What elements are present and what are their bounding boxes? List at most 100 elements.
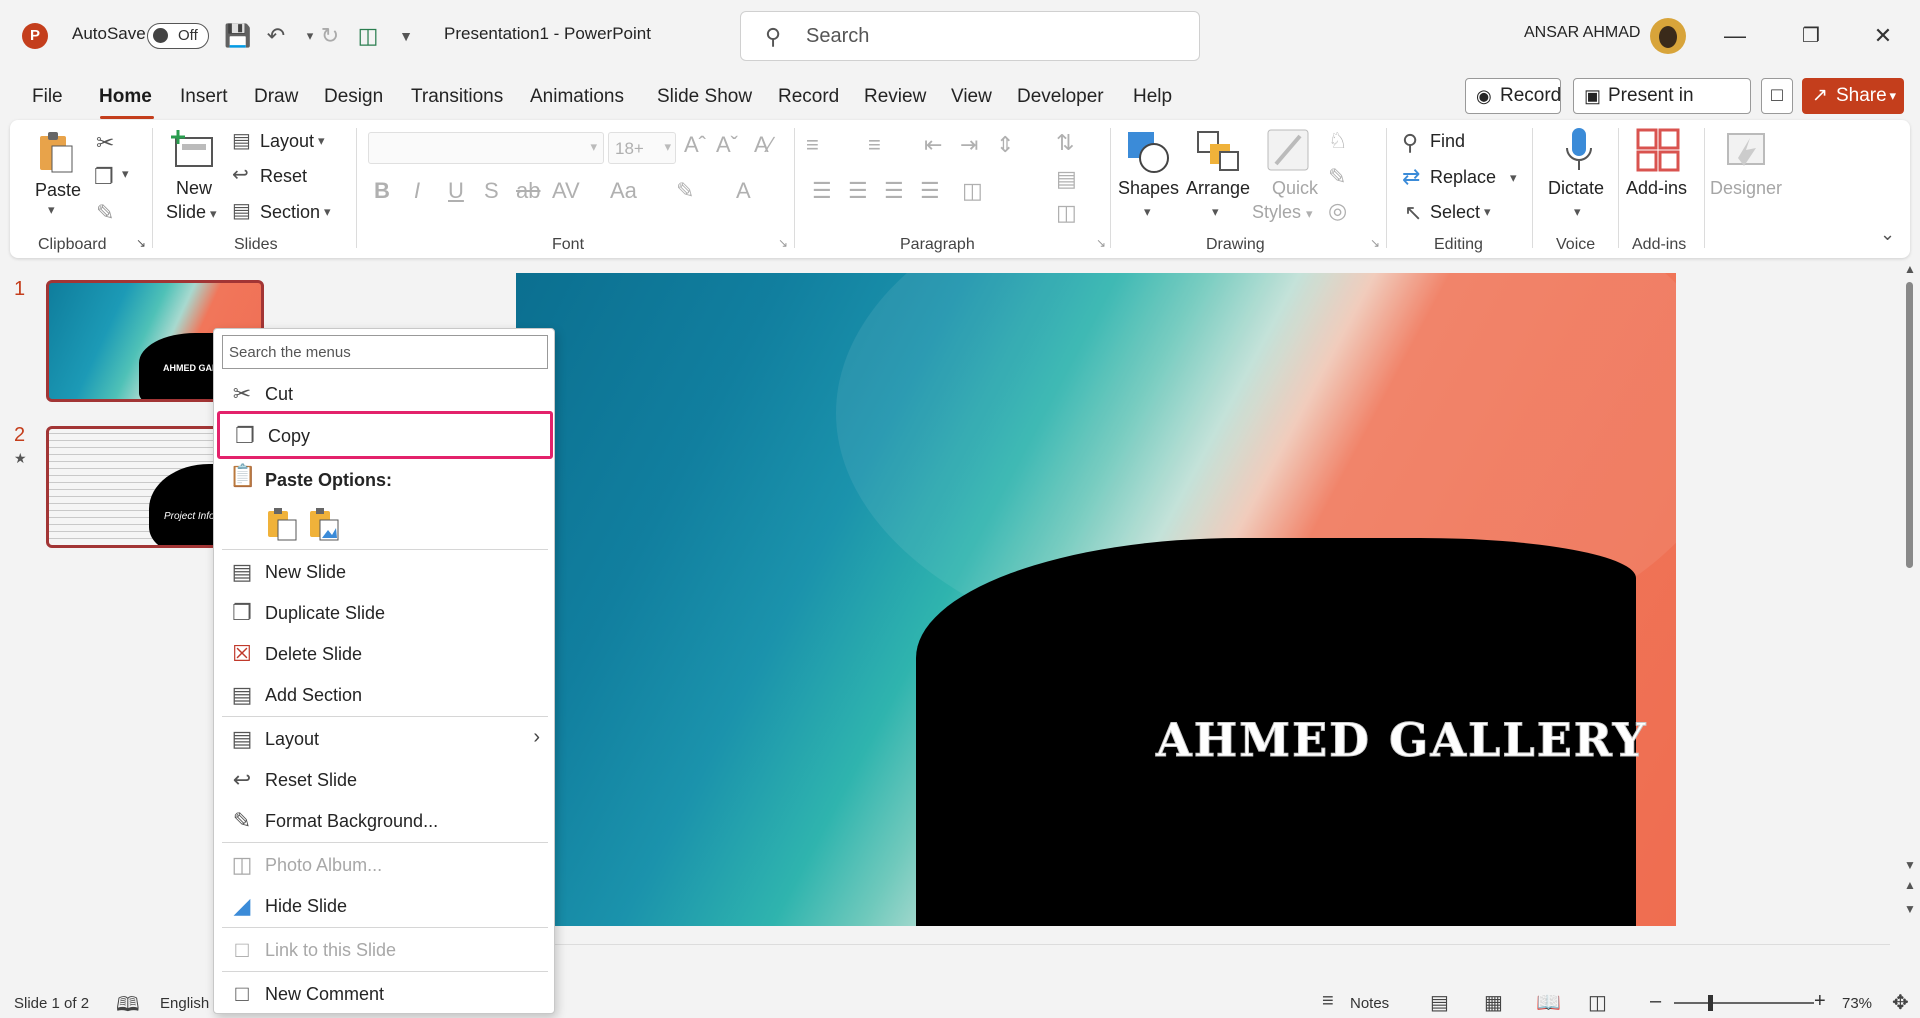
increase-indent-icon[interactable]: ⇥	[960, 132, 978, 158]
share-button[interactable]: ↗ Share ▾	[1802, 78, 1904, 114]
menu-item-add-section[interactable]: ▤ Add Section	[214, 676, 554, 714]
menu-item-reset-slide[interactable]: ↩ Reset Slide	[214, 761, 554, 799]
arrange-dropdown-icon[interactable]: ▾	[1212, 204, 1219, 220]
reset-icon[interactable]: ↩	[232, 162, 249, 187]
tab-home[interactable]: Home	[99, 86, 152, 108]
clipboard-launcher-icon[interactable]: ↘	[136, 236, 146, 250]
dictate-dropdown-icon[interactable]: ▾	[1574, 204, 1581, 220]
scrollbar-thumb[interactable]	[1906, 282, 1913, 568]
character-spacing-icon[interactable]: AV	[552, 178, 580, 204]
drawing-launcher-icon[interactable]: ↘	[1370, 236, 1380, 250]
menu-item-new-slide[interactable]: ▤ New Slide	[214, 553, 554, 591]
reset-label[interactable]: Reset	[260, 166, 307, 187]
layout-icon[interactable]: ▤	[232, 128, 251, 153]
shapes-label[interactable]: Shapes	[1118, 178, 1179, 199]
tab-slide-show[interactable]: Slide Show	[657, 86, 752, 108]
tab-record[interactable]: Record	[778, 86, 839, 108]
font-name-box[interactable]: ▾	[368, 132, 604, 164]
paste-label[interactable]: Paste	[35, 180, 81, 201]
bold-icon[interactable]: B	[374, 178, 390, 204]
font-size-box[interactable]: 18+ ▾	[608, 132, 676, 164]
tab-insert[interactable]: Insert	[180, 86, 228, 108]
smartart-icon[interactable]: ◫	[1056, 200, 1077, 226]
redo-icon[interactable]: ↻	[316, 22, 344, 50]
new-slide-label-1[interactable]: New	[176, 178, 212, 199]
section-icon[interactable]: ▤	[232, 198, 251, 223]
font-color-icon[interactable]: A	[736, 178, 751, 204]
section-dropdown-icon[interactable]: ▾	[324, 204, 331, 220]
paragraph-launcher-icon[interactable]: ↘	[1096, 236, 1106, 250]
select-dropdown-icon[interactable]: ▾	[1484, 204, 1491, 220]
notes-button[interactable]: Notes	[1350, 995, 1389, 1012]
clear-formatting-icon[interactable]: A∕	[754, 132, 772, 158]
menu-item-layout[interactable]: ▤ Layout ›	[214, 720, 554, 758]
cut-icon[interactable]: ✂	[96, 130, 114, 156]
replace-dropdown-icon[interactable]: ▾	[1510, 170, 1517, 186]
italic-icon[interactable]: I	[414, 178, 420, 204]
present-in-teams-button[interactable]: ▣ Present in Teams	[1573, 78, 1751, 140]
slide-canvas[interactable]: AHMED GALLERY	[516, 273, 1676, 926]
line-spacing-icon[interactable]: ⇕	[996, 132, 1014, 158]
vertical-scrollbar[interactable]: ▲ ▼ ▲ ▼	[1900, 262, 1920, 982]
quick-styles-label-2[interactable]: Styles	[1252, 202, 1301, 223]
select-icon[interactable]: ↖	[1404, 200, 1422, 226]
comments-button[interactable]: □	[1761, 78, 1793, 114]
align-center-icon[interactable]: ☰	[848, 178, 868, 204]
tab-review[interactable]: Review	[864, 86, 926, 108]
shadow-icon[interactable]: S	[484, 178, 499, 204]
paste-picture-icon[interactable]	[307, 506, 341, 542]
change-case-icon[interactable]: Aa	[610, 178, 637, 204]
search-box[interactable]: ⚲ Search	[740, 11, 1200, 61]
previous-slide-icon[interactable]: ▲	[1904, 878, 1916, 892]
zoom-out-icon[interactable]: –	[1650, 990, 1661, 1013]
accessibility-icon[interactable]: 🕮	[116, 990, 140, 1018]
zoom-in-icon[interactable]: +	[1814, 990, 1826, 1013]
font-launcher-icon[interactable]: ↘	[778, 236, 788, 250]
layout-label[interactable]: Layout	[260, 131, 314, 152]
zoom-slider-knob[interactable]	[1708, 995, 1713, 1011]
tab-help[interactable]: Help	[1133, 86, 1172, 108]
shapes-dropdown-icon[interactable]: ▾	[1144, 204, 1151, 220]
increase-font-icon[interactable]: Aˆ	[684, 132, 706, 158]
columns-icon[interactable]: ◫	[962, 178, 983, 204]
decrease-font-icon[interactable]: Aˇ	[716, 132, 738, 158]
menu-item-hide-slide[interactable]: ◢ Hide Slide	[214, 887, 554, 925]
shape-outline-icon[interactable]: ✎	[1328, 164, 1346, 190]
tab-animations[interactable]: Animations	[530, 86, 624, 108]
microphone-icon[interactable]	[1564, 126, 1594, 176]
paste-icon[interactable]	[36, 130, 76, 176]
copy-icon[interactable]: ❐	[94, 164, 114, 190]
fit-slide-icon[interactable]: ✥	[1892, 990, 1909, 1015]
replace-label[interactable]: Replace	[1430, 167, 1496, 188]
normal-view-icon[interactable]: ▤	[1430, 990, 1449, 1015]
strikethrough-icon[interactable]: ab	[516, 178, 540, 204]
justify-icon[interactable]: ☰	[920, 178, 940, 204]
find-icon[interactable]: ⚲	[1402, 130, 1418, 156]
zoom-slider[interactable]	[1674, 995, 1814, 1011]
text-direction-icon[interactable]: ⇅	[1056, 130, 1074, 156]
format-painter-icon[interactable]: ✎	[96, 200, 114, 226]
underline-icon[interactable]: U	[448, 178, 464, 204]
zoom-level[interactable]: 73%	[1842, 995, 1872, 1012]
collapse-ribbon-icon[interactable]: ⌄	[1880, 224, 1895, 245]
menu-item-delete-slide[interactable]: ☒ Delete Slide	[214, 635, 554, 673]
present-from-start-icon[interactable]: ◫	[354, 22, 382, 50]
save-icon[interactable]: 💾	[224, 22, 252, 50]
align-text-icon[interactable]: ▤	[1056, 166, 1077, 192]
designer-label[interactable]: Designer	[1710, 178, 1782, 199]
minimize-icon[interactable]: —	[1712, 18, 1758, 54]
arrange-icon[interactable]	[1194, 128, 1242, 174]
bullets-icon[interactable]: ≡	[806, 132, 819, 158]
decrease-indent-icon[interactable]: ⇤	[924, 132, 942, 158]
highlight-icon[interactable]: ✎	[676, 178, 694, 204]
tab-file[interactable]: File	[32, 86, 63, 108]
shape-fill-icon[interactable]: ♘	[1328, 128, 1348, 154]
section-label[interactable]: Section	[260, 202, 320, 223]
scroll-down-icon[interactable]: ▼	[1904, 858, 1916, 872]
tab-transitions[interactable]: Transitions	[411, 86, 503, 108]
designer-icon[interactable]	[1724, 128, 1770, 172]
quick-styles-icon[interactable]	[1266, 128, 1312, 174]
copy-dropdown-icon[interactable]: ▾	[122, 166, 129, 182]
slide-show-icon[interactable]: ◫	[1588, 990, 1607, 1015]
shape-effects-icon[interactable]: ◎	[1328, 198, 1347, 224]
